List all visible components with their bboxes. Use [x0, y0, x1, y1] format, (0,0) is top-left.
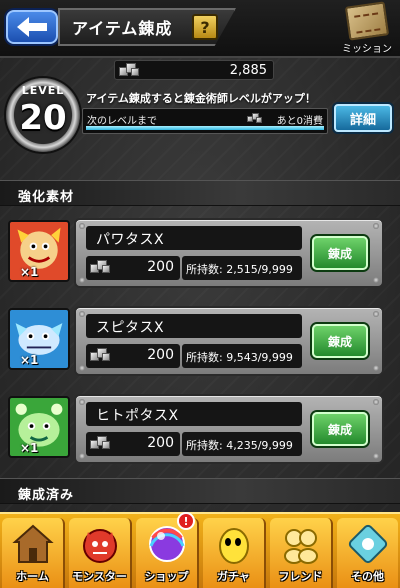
- item-name: パワタスX: [86, 226, 302, 250]
- nav-friend[interactable]: フレンド: [270, 518, 333, 588]
- section-header-crafted: 錬成済み: [0, 478, 400, 504]
- ore-icon: [90, 436, 112, 450]
- ore-icon: [90, 260, 112, 274]
- item-name: ヒトポタスX: [86, 402, 302, 426]
- item-name: スピタスX: [86, 314, 302, 338]
- power-monster-icon: [10, 222, 68, 280]
- page-title-text: アイテム錬成: [72, 19, 173, 38]
- item-row: ×1 パワタスX 200 所持数: 2,515/9,999 錬成: [0, 216, 400, 298]
- item-card: スピタスX 200 所持数: 9,543/9,999 錬成: [74, 306, 384, 376]
- monster-count: ×1: [20, 265, 39, 279]
- gacha-egg-icon: [218, 528, 249, 564]
- mission-button[interactable]: ミッション: [342, 1, 392, 56]
- level-badge: LEVEL 20: [6, 78, 80, 152]
- resource-bar: 2,885: [114, 60, 274, 80]
- back-arrow-icon: [17, 17, 47, 37]
- other-icon: [348, 524, 387, 564]
- nav-monster[interactable]: モンスター: [69, 518, 132, 588]
- monster-portrait[interactable]: ×1: [8, 308, 70, 370]
- next-level-remaining: あと0消費: [276, 116, 323, 127]
- item-row: ×1 スピタスX 200 所持数: 9,543/9,999 錬成: [0, 304, 400, 386]
- item-owned: 所持数: 9,543/9,999: [182, 344, 302, 368]
- craft-button[interactable]: 錬成: [312, 412, 368, 446]
- nav-label: ショップ: [144, 570, 189, 583]
- craft-button-label: 錬成: [327, 334, 352, 349]
- level-message: アイテム錬成すると錬金術師レベルがアップ！: [86, 92, 316, 105]
- section-title: 強化素材: [18, 190, 75, 205]
- nav-label: その他: [351, 570, 384, 583]
- monster-portrait[interactable]: ×1: [8, 396, 70, 458]
- level-progress-box: 次のレベルまで あと0消費: [82, 108, 328, 134]
- monster-count: ×1: [20, 441, 39, 455]
- craft-button-label: 錬成: [327, 422, 352, 437]
- bottom-nav: ホーム モンスター ! ショップ ガチャ フレンド その他: [0, 512, 400, 588]
- detail-button-label: 詳細: [349, 112, 376, 128]
- speed-monster-icon: [10, 310, 68, 368]
- nav-label: ガチャ: [217, 570, 250, 583]
- craft-button[interactable]: 錬成: [312, 324, 368, 358]
- ore-icon: [119, 63, 141, 77]
- level-info: アイテム錬成すると錬金術師レベルがアップ！ 次のレベルまで あと0消費: [82, 90, 328, 134]
- xp-bar: [86, 126, 324, 130]
- detail-button[interactable]: 詳細: [334, 104, 392, 132]
- nav-label: フレンド: [278, 570, 323, 583]
- friend-icon: [283, 529, 318, 564]
- back-button[interactable]: [6, 10, 58, 44]
- cost-box: 200: [86, 256, 180, 280]
- section-title: 錬成済み: [18, 488, 75, 503]
- monster-icon: [82, 529, 117, 563]
- item-cost: 200: [147, 435, 174, 451]
- cost-box: 200: [86, 432, 180, 456]
- cost-box: 200: [86, 344, 180, 368]
- heal-monster-icon: [10, 398, 68, 456]
- next-level-label: 次のレベルまで: [87, 116, 157, 127]
- level-number: 20: [19, 98, 67, 138]
- item-owned: 所持数: 4,235/9,999: [182, 432, 302, 456]
- notification-badge: !: [177, 512, 195, 530]
- map-icon: [344, 1, 390, 41]
- craft-button[interactable]: 錬成: [312, 236, 368, 270]
- help-button[interactable]: ?: [192, 14, 218, 40]
- item-card: ヒトポタスX 200 所持数: 4,235/9,999 錬成: [74, 394, 384, 464]
- section-header-materials: 強化素材: [0, 180, 400, 206]
- item-card: パワタスX 200 所持数: 2,515/9,999 錬成: [74, 218, 384, 288]
- home-icon: [11, 524, 54, 563]
- craft-button-label: 錬成: [327, 246, 352, 261]
- nav-shop[interactable]: ! ショップ: [136, 512, 199, 588]
- xp-bar-fill: [86, 126, 324, 130]
- ore-icon: [247, 113, 263, 123]
- item-cost: 200: [147, 347, 174, 363]
- header: アイテム錬成 ? ミッション: [0, 0, 400, 58]
- help-icon: ?: [200, 17, 210, 37]
- item-owned: 所持数: 2,515/9,999: [182, 256, 302, 280]
- mission-label: ミッション: [342, 44, 392, 55]
- nav-label: モンスター: [72, 570, 127, 583]
- ore-icon: [90, 348, 112, 362]
- nav-gacha[interactable]: ガチャ: [203, 518, 266, 588]
- resource-amount: 2,885: [229, 63, 267, 78]
- level-word: LEVEL: [21, 84, 65, 97]
- item-cost: 200: [147, 259, 174, 275]
- nav-other[interactable]: その他: [337, 518, 398, 588]
- monster-count: ×1: [20, 353, 39, 367]
- monster-portrait[interactable]: ×1: [8, 220, 70, 282]
- nav-home[interactable]: ホーム: [2, 518, 65, 588]
- nav-label: ホーム: [16, 570, 49, 583]
- item-row: ×1 ヒトポタスX 200 所持数: 4,235/9,999 錬成: [0, 392, 400, 474]
